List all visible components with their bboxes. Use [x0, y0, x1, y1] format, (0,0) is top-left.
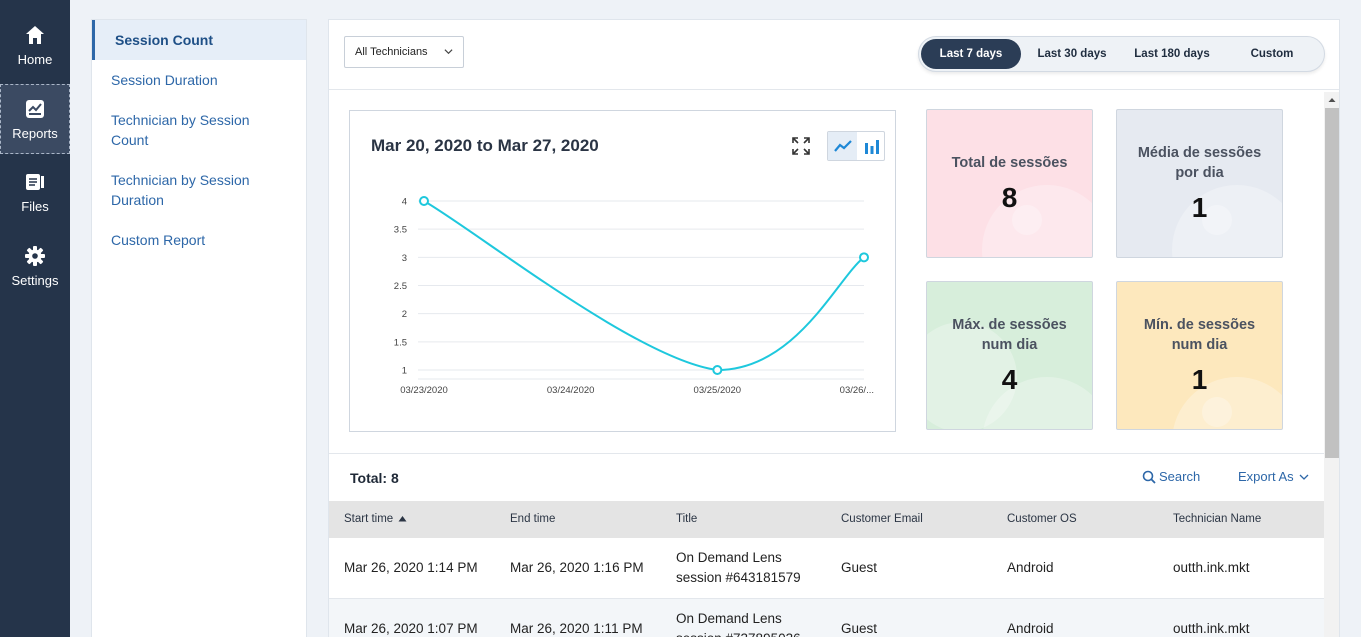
- x-tick-label: 03/25/2020: [694, 385, 742, 396]
- cell-title-line1: On Demand Lens: [676, 550, 782, 565]
- cell-title: On Demand Lens session #737895036: [676, 609, 801, 637]
- y-tick-label: 3.5: [394, 225, 407, 236]
- rail-label-files: Files: [21, 198, 49, 214]
- line-chart: 4 3.5 3 2.5 2 1.5 1 03/23/2020 03/24/2020 03/25/…: [394, 196, 874, 396]
- column-header-start-time[interactable]: Start time: [344, 501, 407, 538]
- stat-label-min: Mín. de sessões num dia: [1143, 317, 1256, 353]
- files-icon: [26, 173, 44, 190]
- subnav-item-custom-report[interactable]: Custom Report: [92, 230, 306, 250]
- column-header-end-time[interactable]: End time: [510, 501, 555, 538]
- subnav-item-technician-by-session-duration[interactable]: Technician by Session Duration: [92, 170, 272, 210]
- y-tick-label: 2: [402, 309, 407, 320]
- cell-customer-os: Android: [1007, 560, 1054, 575]
- range-last-180-days[interactable]: Last 180 days: [1122, 39, 1222, 69]
- range-last-30-days[interactable]: Last 30 days: [1022, 39, 1122, 69]
- stat-value-max: 4: [1001, 364, 1018, 395]
- rail-item-home[interactable]: Home: [0, 10, 70, 80]
- y-tick-label: 3: [402, 253, 407, 264]
- chevron-down-icon: [1299, 474, 1309, 480]
- cell-customer-email: Guest: [841, 621, 878, 636]
- date-range-toggle: Last 7 days Last 30 days Last 180 days C…: [918, 36, 1325, 72]
- reports-icon: [26, 99, 44, 118]
- x-tick-label: 03/26/...: [840, 385, 874, 396]
- stat-value-average: 1: [1191, 192, 1208, 223]
- data-point[interactable]: [419, 196, 429, 206]
- scrollbar-thumb[interactable]: [1325, 108, 1339, 458]
- home-icon: [26, 25, 44, 44]
- stat-card-total: Total de sessões 8: [926, 109, 1093, 258]
- cell-title-line2: session #737895036: [676, 629, 801, 637]
- table-row[interactable]: Mar 26, 2020 1:14 PM Mar 26, 2020 1:16 P…: [329, 538, 1324, 599]
- stat-label-total: Total de sessões: [951, 155, 1068, 171]
- chevron-down-icon: [444, 49, 453, 55]
- filter-bar: All Technicians Last 7 days Last 30 days…: [329, 20, 1339, 90]
- stat-label-average: Média de sessões por dia: [1137, 145, 1262, 181]
- rail-label-home: Home: [17, 51, 53, 67]
- export-label: Export As: [1238, 469, 1294, 484]
- rail-item-settings[interactable]: Settings: [0, 231, 70, 301]
- range-last-7-days[interactable]: Last 7 days: [921, 39, 1021, 69]
- rail-label-settings: Settings: [11, 272, 59, 288]
- stat-label-max: Máx. de sessões num dia: [952, 317, 1067, 353]
- x-tick-label: 03/24/2020: [547, 385, 595, 396]
- stat-card-min: Mín. de sessões num dia 1: [1116, 281, 1283, 430]
- search-button[interactable]: Search: [1142, 469, 1200, 484]
- column-header-customer-email[interactable]: Customer Email: [841, 501, 923, 538]
- data-point[interactable]: [859, 252, 869, 263]
- cell-title: On Demand Lens session #643181579: [676, 548, 801, 588]
- table-toolbar: Total: 8 Search Export As: [329, 453, 1324, 501]
- subnav-item-session-duration[interactable]: Session Duration: [92, 70, 306, 90]
- stat-card-average: Média de sessões por dia 1: [1116, 109, 1283, 258]
- export-as-button[interactable]: Export As: [1238, 469, 1309, 484]
- sort-ascending-icon: [398, 516, 407, 522]
- cell-customer-email: Guest: [841, 560, 878, 575]
- cell-technician-name: outth.ink.mkt: [1173, 560, 1250, 575]
- y-tick-label: 1: [402, 366, 407, 377]
- data-point[interactable]: [712, 365, 723, 375]
- stat-card-max: Máx. de sessões num dia 4: [926, 281, 1093, 430]
- subnav-item-session-count[interactable]: Session Count: [92, 20, 306, 60]
- column-header-customer-os[interactable]: Customer OS: [1007, 501, 1077, 538]
- column-header-title[interactable]: Title: [676, 501, 697, 538]
- rail-item-files[interactable]: Files: [0, 157, 70, 227]
- search-label: Search: [1159, 469, 1201, 484]
- scroll-up-arrow-icon[interactable]: [1328, 96, 1336, 104]
- technician-select[interactable]: All Technicians: [344, 36, 464, 68]
- rail-label-reports: Reports: [12, 125, 58, 141]
- subnav-item-technician-by-session-count[interactable]: Technician by Session Count: [92, 110, 306, 150]
- cell-title-line1: On Demand Lens: [676, 611, 782, 626]
- range-custom[interactable]: Custom: [1222, 39, 1322, 69]
- gear-icon: [25, 245, 45, 266]
- cell-customer-os: Android: [1007, 621, 1054, 636]
- cell-start-time: Mar 26, 2020 1:14 PM: [344, 560, 478, 575]
- vertical-scrollbar[interactable]: [1324, 92, 1339, 637]
- y-tick-label: 2.5: [394, 281, 407, 292]
- cell-start-time: Mar 26, 2020 1:07 PM: [344, 621, 478, 636]
- total-count: Total: 8: [350, 470, 399, 486]
- report-type-nav: Session Count Session Duration Technicia…: [91, 19, 307, 637]
- table-row[interactable]: Mar 26, 2020 1:07 PM Mar 26, 2020 1:11 P…: [329, 599, 1324, 637]
- column-header-technician-name[interactable]: Technician Name: [1173, 501, 1261, 538]
- left-rail: Home Reports Files Settings: [0, 0, 70, 637]
- cell-title-line2: session #643181579: [676, 570, 801, 585]
- cell-end-time: Mar 26, 2020 1:16 PM: [510, 560, 644, 575]
- rail-item-reports[interactable]: Reports: [0, 84, 70, 154]
- cell-end-time: Mar 26, 2020 1:11 PM: [510, 621, 643, 636]
- technician-select-value: All Technicians: [355, 46, 428, 58]
- x-tick-label: 03/23/2020: [400, 385, 448, 396]
- y-tick-label: 4: [402, 197, 407, 208]
- table-header: Start time End time Title Customer Email…: [329, 501, 1324, 538]
- search-icon: [1142, 470, 1156, 484]
- report-panel: All Technicians Last 7 days Last 30 days…: [328, 19, 1340, 637]
- cell-technician-name: outth.ink.mkt: [1173, 621, 1250, 636]
- stat-value-total: 8: [1001, 182, 1018, 213]
- column-label-start-time: Start time: [344, 513, 394, 525]
- stat-value-min: 1: [1191, 364, 1208, 395]
- session-chart-card: Mar 20, 2020 to Mar 27, 2020 4 3.5 3 2.5 2 1.…: [349, 110, 896, 432]
- y-tick-label: 1.5: [394, 337, 407, 348]
